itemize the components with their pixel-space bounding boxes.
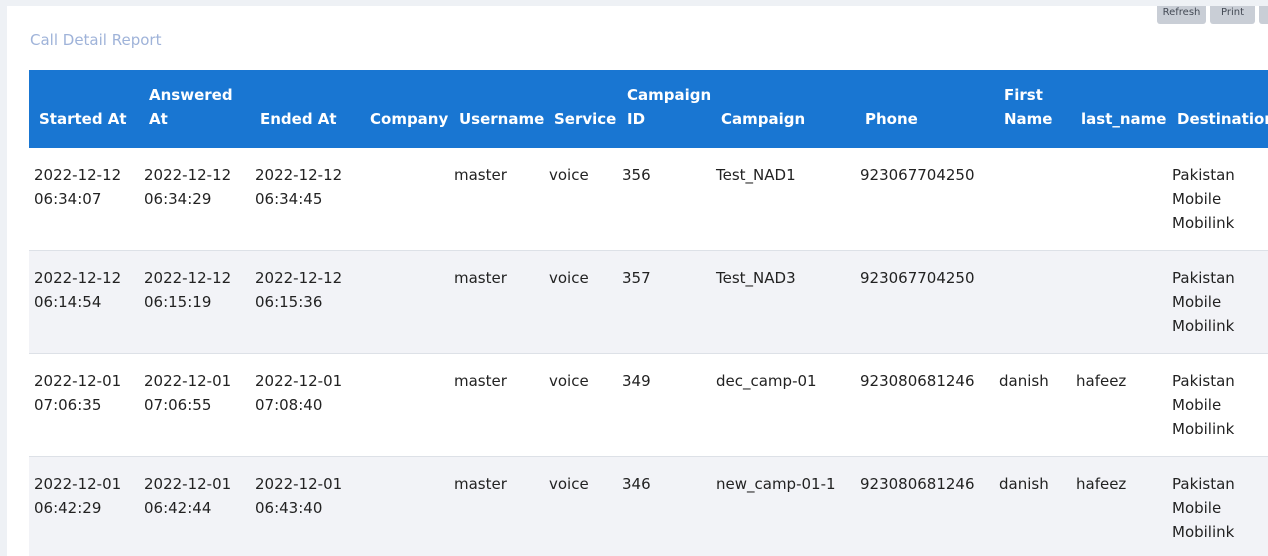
- cell-phone: 923067704250: [860, 166, 975, 184]
- table-row[interactable]: 2022-12-12 06:14:54 2022-12-12 06:15:19 20…: [29, 251, 1268, 354]
- cell-first-name: danish: [999, 475, 1049, 493]
- cell-answered-at: 2022-12-12 06:34:29: [144, 166, 232, 208]
- cell-username: master: [454, 475, 507, 493]
- cell-started-at: 2022-12-12 06:14:54: [34, 269, 122, 311]
- print-button[interactable]: Print: [1210, 6, 1255, 24]
- cell-company: [360, 369, 449, 456]
- cell-service: voice: [549, 475, 589, 493]
- table-row[interactable]: 2022-12-01 06:42:29 2022-12-01 06:42:44 20…: [29, 457, 1268, 556]
- cell-username: master: [454, 269, 507, 287]
- cell-destinations: Pakistan Mobile Mobilink: [1172, 269, 1235, 335]
- cell-ended-at: 2022-12-12 06:34:45: [255, 166, 343, 208]
- cell-destinations: Pakistan Mobile Mobilink: [1172, 166, 1235, 232]
- header-last-name[interactable]: last_name: [1071, 107, 1167, 131]
- header-answered-at[interactable]: Answered At: [139, 83, 250, 131]
- cell-ended-at: 2022-12-01 07:08:40: [255, 372, 343, 414]
- header-username[interactable]: Username: [449, 107, 544, 131]
- cell-last-name: hafeez: [1076, 372, 1127, 390]
- report-toolbar: Refresh Print Ex: [1157, 6, 1268, 24]
- cell-first-name: [994, 163, 1071, 250]
- cell-campaign-id: 356: [622, 166, 651, 184]
- cell-campaign-id: 346: [622, 475, 651, 493]
- refresh-button[interactable]: Refresh: [1157, 6, 1206, 24]
- cell-last-name: hafeez: [1076, 475, 1127, 493]
- cell-phone: 923080681246: [860, 475, 975, 493]
- cell-campaign: Test_NAD1: [716, 166, 796, 184]
- cell-service: voice: [549, 269, 589, 287]
- cell-started-at: 2022-12-12 06:34:07: [34, 166, 122, 208]
- cell-campaign: dec_camp-01: [716, 372, 817, 390]
- table-row[interactable]: 2022-12-01 07:06:35 2022-12-01 07:06:55 20…: [29, 354, 1268, 457]
- cell-ended-at: 2022-12-12 06:15:36: [255, 269, 343, 311]
- cell-started-at: 2022-12-01 06:42:29: [34, 475, 122, 517]
- cell-first-name: [994, 266, 1071, 353]
- cell-service: voice: [549, 372, 589, 390]
- cell-phone: 923080681246: [860, 372, 975, 390]
- cell-started-at: 2022-12-01 07:06:35: [34, 372, 122, 414]
- cell-company: [360, 266, 449, 353]
- cell-ended-at: 2022-12-01 06:43:40: [255, 475, 343, 517]
- cell-campaign: new_camp-01-1: [716, 475, 836, 493]
- cell-answered-at: 2022-12-01 07:06:55: [144, 372, 232, 414]
- cell-service: voice: [549, 166, 589, 184]
- header-company[interactable]: Company: [360, 107, 449, 131]
- header-first-name[interactable]: First Name: [994, 83, 1071, 131]
- export-button[interactable]: Ex: [1259, 6, 1268, 24]
- table-header-row: Started At Answered At Ended At Company …: [29, 70, 1268, 148]
- cell-company: [360, 472, 449, 556]
- header-ended-at[interactable]: Ended At: [250, 107, 360, 131]
- cell-phone: 923067704250: [860, 269, 975, 287]
- cell-campaign: Test_NAD3: [716, 269, 796, 287]
- cell-last-name: [1071, 266, 1167, 353]
- cell-username: master: [454, 166, 507, 184]
- cell-answered-at: 2022-12-01 06:42:44: [144, 475, 232, 517]
- cell-username: master: [454, 372, 507, 390]
- header-service[interactable]: Service: [544, 107, 617, 131]
- page-title: Call Detail Report: [30, 31, 162, 49]
- report-card: Refresh Print Ex Call Detail Report Star…: [7, 6, 1268, 556]
- cell-destinations: Pakistan Mobile Mobilink: [1172, 475, 1235, 541]
- cell-first-name: danish: [999, 372, 1049, 390]
- cell-last-name: [1071, 163, 1167, 250]
- header-phone[interactable]: Phone: [855, 107, 994, 131]
- cell-campaign-id: 349: [622, 372, 651, 390]
- header-campaign[interactable]: Campaign: [711, 107, 855, 131]
- cell-answered-at: 2022-12-12 06:15:19: [144, 269, 232, 311]
- table-row[interactable]: 2022-12-12 06:34:07 2022-12-12 06:34:29 20…: [29, 148, 1268, 251]
- cell-campaign-id: 357: [622, 269, 651, 287]
- cell-destinations: Pakistan Mobile Mobilink: [1172, 372, 1235, 438]
- header-destinations[interactable]: Destinations: [1167, 107, 1268, 131]
- cell-company: [360, 163, 449, 250]
- call-detail-table: Started At Answered At Ended At Company …: [29, 70, 1268, 556]
- header-campaign-id[interactable]: Campaign ID: [617, 83, 711, 131]
- header-started-at[interactable]: Started At: [29, 107, 139, 131]
